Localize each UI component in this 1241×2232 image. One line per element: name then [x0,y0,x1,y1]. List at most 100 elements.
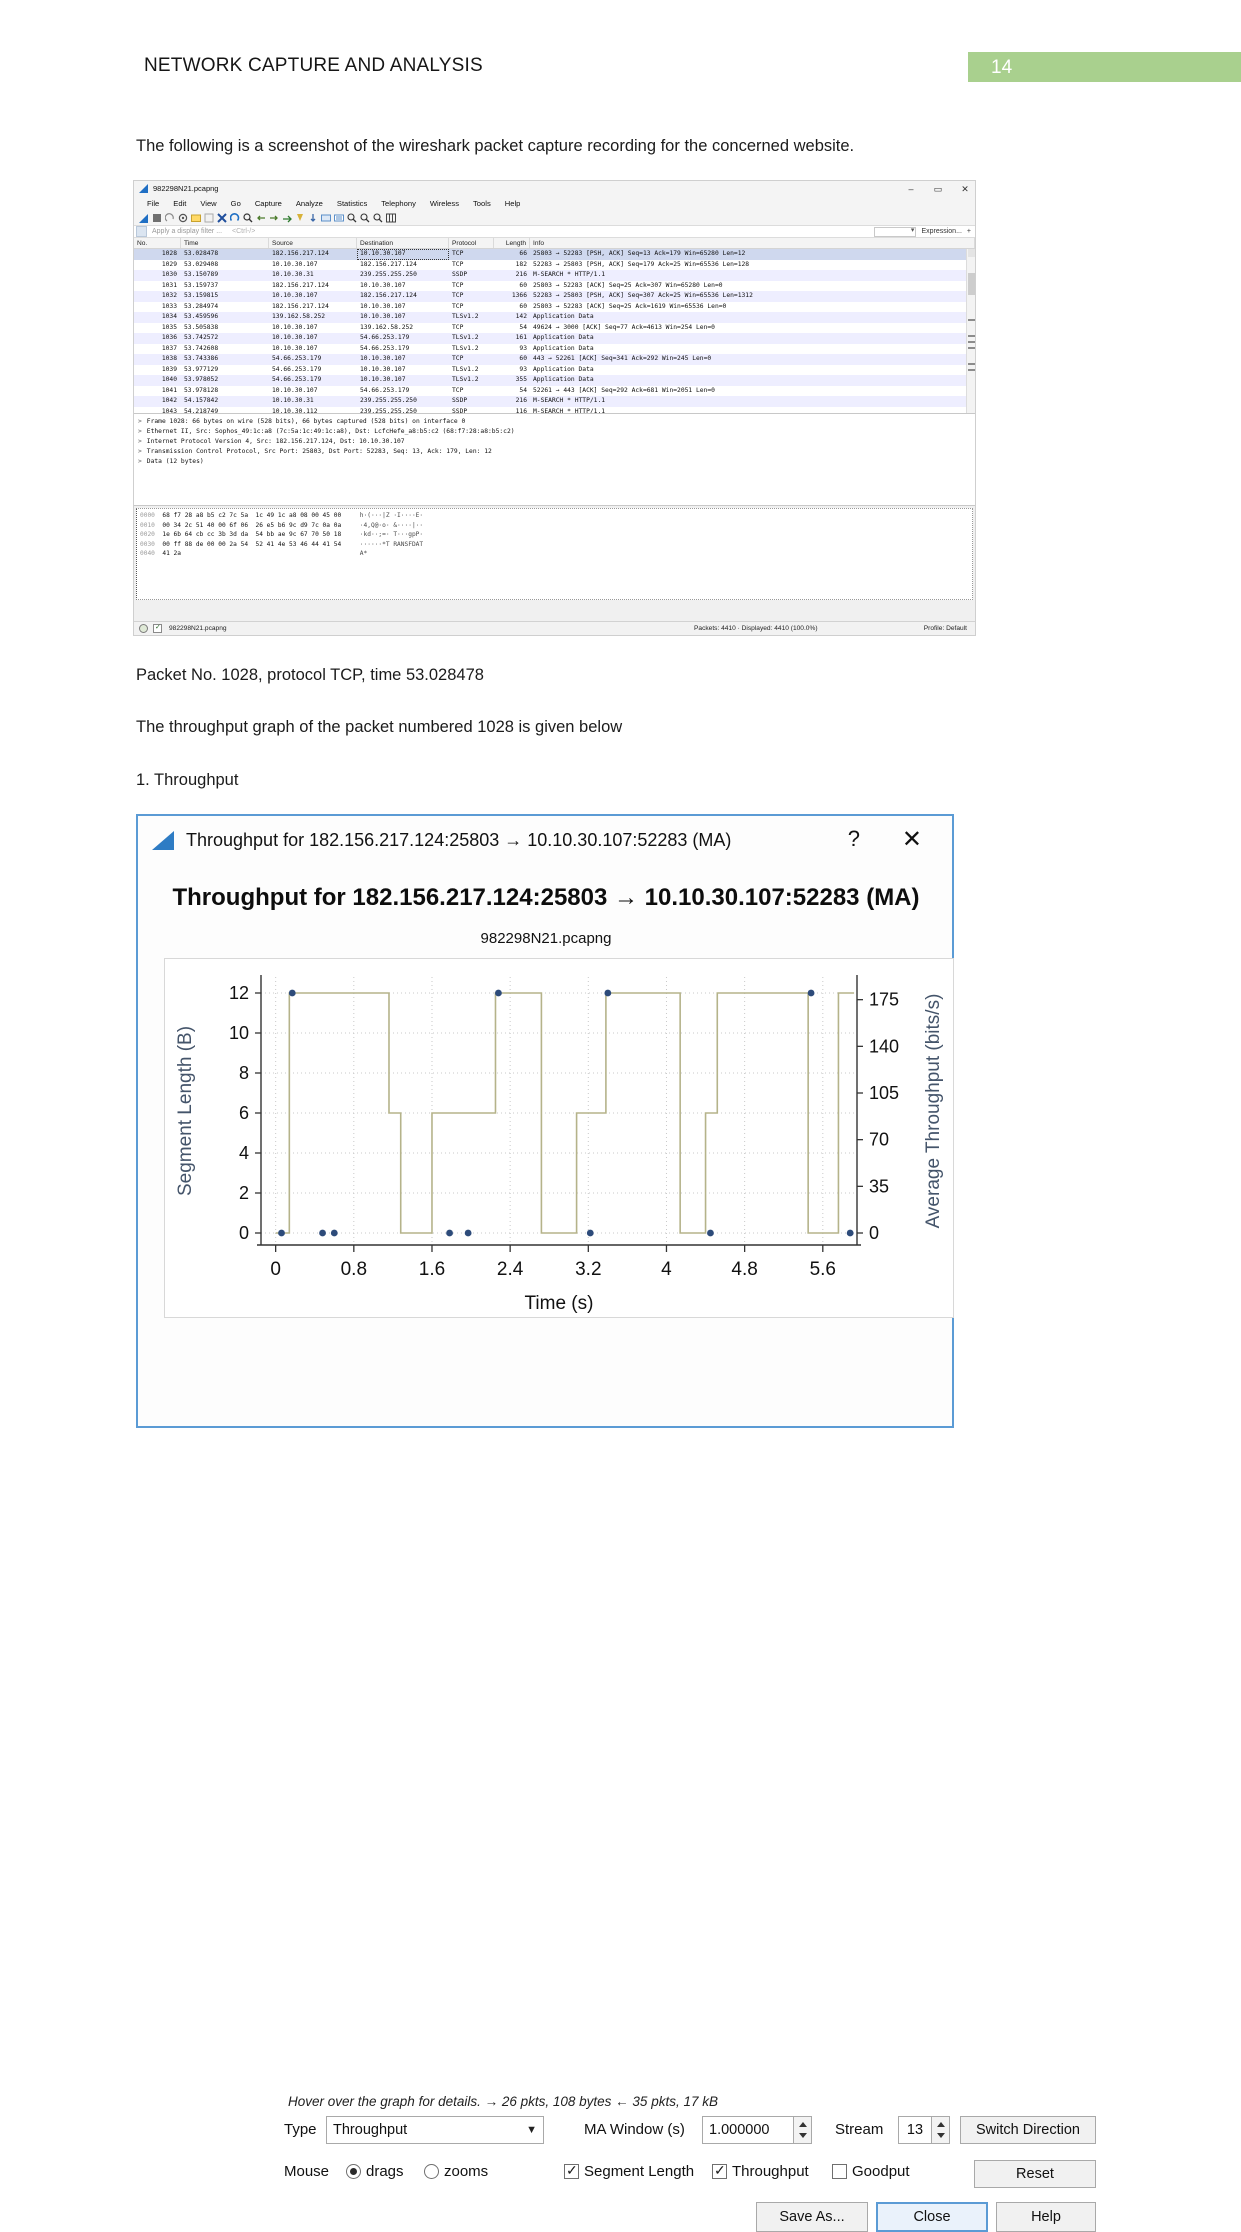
expand-arrow-icon[interactable]: > [138,418,142,425]
column-header-no[interactable]: No. [134,238,181,248]
filter-history-dropdown[interactable] [874,226,917,237]
packet-details-pane[interactable]: > Frame 1028: 66 bytes on wire (528 bits)… [134,414,975,506]
menu-wireless[interactable]: Wireless [423,199,466,208]
column-header-length[interactable]: Length [494,238,530,248]
table-row[interactable]: 1035 53.505838 10.10.30.107 139.162.58.252 T… [134,322,975,333]
table-row[interactable]: 1034 53.459596 139.162.58.252 10.10.30.107 T… [134,312,975,323]
close-icon[interactable]: ✕ [902,825,922,854]
capture-comment-icon[interactable] [153,623,162,633]
mouse-zooms-label[interactable]: zooms [444,2163,488,2180]
detail-row-tcp[interactable]: > Transmission Control Protocol, Src Port… [138,447,975,457]
open-file-icon[interactable] [191,213,201,223]
segment-length-checkbox[interactable] [564,2162,579,2179]
resize-columns-icon[interactable] [386,213,396,223]
minimize-icon[interactable]: – [905,183,917,195]
table-row[interactable]: 1036 53.742572 10.10.30.107 54.66.253.179 TL… [134,333,975,344]
table-row[interactable]: 1038 53.743386 54.66.253.179 10.10.30.107 TC… [134,354,975,365]
expand-arrow-icon[interactable]: > [138,448,142,455]
stream-stepper[interactable] [932,2116,950,2144]
menu-telephony[interactable]: Telephony [374,199,423,208]
plot-frame[interactable]: 0 2 4 6 8 10 12 0 35 70 105 140 175 0 0.8 1.6 2.4 3.2 4 4.8… [164,958,954,1318]
table-row[interactable]: 1029 53.029408 10.10.30.107 182.156.217.124… [134,259,975,270]
segment-length-label[interactable]: Segment Length [584,2163,694,2180]
column-header-source[interactable]: Source [269,238,357,248]
table-row[interactable]: 1031 53.159737 182.156.217.124 10.10.30.107… [134,280,975,291]
close-file-icon[interactable] [217,212,227,223]
capture-status-icon[interactable] [139,624,148,633]
go-to-first-icon[interactable] [295,213,305,223]
go-to-packet-icon[interactable] [282,213,292,223]
save-as-button[interactable]: Save As... [756,2202,868,2232]
table-row[interactable]: 1041 53.978128 10.10.30.107 54.66.253.179 TC… [134,385,975,396]
close-icon[interactable]: ✕ [959,183,971,195]
display-filter-bar[interactable]: Apply a display filter ... <Ctrl-/> Expr… [134,225,975,238]
stepper-up-icon[interactable] [937,2122,945,2127]
mouse-zooms-radio[interactable] [424,2164,439,2179]
menu-file[interactable]: File [140,199,166,208]
menu-capture[interactable]: Capture [248,199,289,208]
column-header-protocol[interactable]: Protocol [449,238,494,248]
type-select[interactable]: Throughput ▼ [326,2116,544,2144]
table-row[interactable]: 1030 53.150789 10.10.30.31 239.255.255.250 S… [134,270,975,281]
column-header-info[interactable]: Info [530,238,975,248]
throughput-checkbox[interactable] [712,2162,727,2179]
status-profile[interactable]: Profile: Default [924,625,967,632]
table-row[interactable]: 1037 53.742608 10.10.30.107 54.66.253.179 TL… [134,343,975,354]
packet-bytes-pane[interactable]: 0000 68 f7 28 a8 b5 c2 7c 5a 1c 49 1c a8… [136,508,973,600]
throughput-label[interactable]: Throughput [732,2163,809,2180]
table-row[interactable]: 1033 53.284974 182.156.217.124 10.10.30.107… [134,301,975,312]
stepper-up-icon[interactable] [799,2122,807,2127]
scroll-up-arrow[interactable] [968,249,975,257]
mouse-drags-label[interactable]: drags [366,2163,404,2180]
detail-row-ipv4[interactable]: > Internet Protocol Version 4, Src: 182.1… [138,437,975,447]
table-row[interactable]: 1043 54.218749 10.10.30.112 239.255.255.250… [134,406,975,413]
go-back-icon[interactable] [256,213,266,223]
filter-bookmark-icon[interactable] [136,226,147,237]
stepper-down-icon[interactable] [799,2133,807,2138]
packet-list-scrollbar[interactable] [966,249,975,413]
maximize-icon[interactable]: ▭ [932,183,944,195]
detail-row-frame[interactable]: > Frame 1028: 66 bytes on wire (528 bits)… [138,417,975,427]
ma-window-input[interactable]: 1.000000 [702,2116,794,2144]
colorize-icon[interactable] [321,213,331,223]
switch-direction-button[interactable]: Switch Direction [960,2116,1096,2144]
column-header-destination[interactable]: Destination [357,238,449,248]
expand-arrow-icon[interactable]: > [138,458,142,465]
menu-go[interactable]: Go [224,199,248,208]
menu-analyze[interactable]: Analyze [289,199,330,208]
mouse-drags-radio[interactable] [346,2164,361,2179]
help-button[interactable]: Help [996,2202,1096,2232]
reload-file-icon[interactable] [230,212,240,223]
goodput-label[interactable]: Goodput [852,2163,910,2180]
filter-add-button[interactable]: + [967,228,971,235]
table-row[interactable]: 1039 53.977129 54.66.253.179 10.10.30.107 TL… [134,364,975,375]
expand-arrow-icon[interactable]: > [138,438,142,445]
help-icon[interactable]: ? [848,826,860,852]
expand-arrow-icon[interactable]: > [138,428,142,435]
stream-input[interactable]: 13 [898,2116,932,2144]
find-packet-icon[interactable] [243,212,253,223]
zoom-reset-icon[interactable] [373,212,383,223]
go-forward-icon[interactable] [269,213,279,223]
table-row[interactable]: 1042 54.157842 10.10.30.31 239.255.255.250 S… [134,396,975,407]
zoom-out-icon[interactable] [360,212,370,223]
menu-view[interactable]: View [193,199,223,208]
menu-help[interactable]: Help [498,199,528,208]
column-header-time[interactable]: Time [181,238,269,248]
stop-capture-icon[interactable] [152,213,162,223]
go-to-last-icon[interactable] [308,213,318,223]
packet-list[interactable]: No. Time Source Destination Protocol Len… [134,238,975,414]
save-file-icon[interactable] [204,213,214,223]
detail-row-data[interactable]: > Data (12 bytes) [138,457,975,467]
restart-capture-icon[interactable] [165,212,175,223]
menu-tools[interactable]: Tools [466,199,498,208]
zoom-in-icon[interactable] [347,212,357,223]
reset-button[interactable]: Reset [974,2160,1096,2188]
table-row[interactable]: 1028 53.028478 182.156.217.124 10.10.30.107… [134,249,975,260]
table-row[interactable]: 1032 53.159815 10.10.30.107 182.156.217.124… [134,291,975,302]
menu-edit[interactable]: Edit [166,199,193,208]
capture-options-icon[interactable] [178,213,188,223]
table-row[interactable]: 1040 53.978052 54.66.253.179 10.10.30.107 TL… [134,375,975,386]
menu-statistics[interactable]: Statistics [330,199,374,208]
stepper-down-icon[interactable] [937,2133,945,2138]
